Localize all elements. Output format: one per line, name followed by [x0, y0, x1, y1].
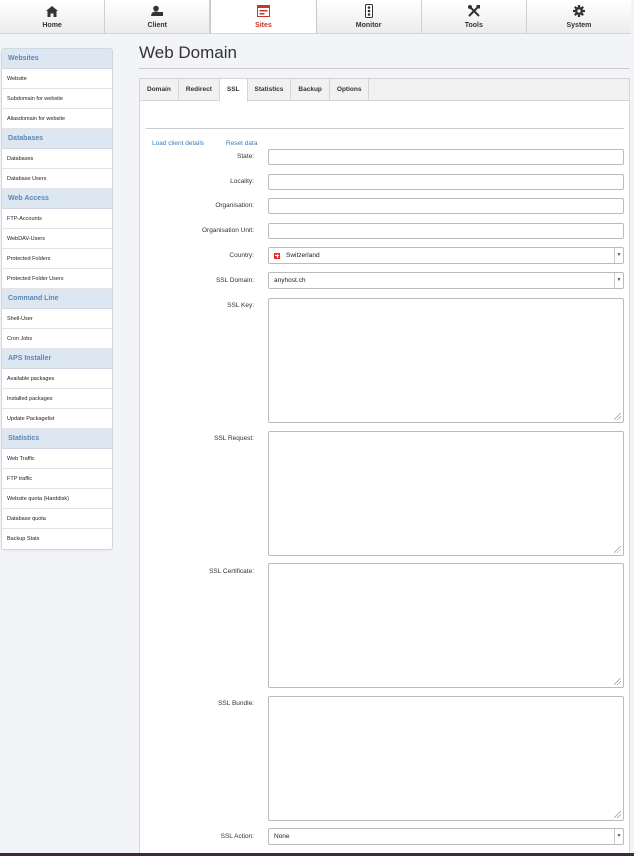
organisation-unit-input[interactable]	[268, 223, 624, 239]
sidebar-item-available-packages[interactable]: Available packages	[2, 369, 112, 389]
sidebar-item-protected-folder-users[interactable]: Protected Folder Users	[2, 269, 112, 289]
sidebar-item-protected-folders[interactable]: Protected Folders	[2, 249, 112, 269]
sidebar-heading-websites: Websites	[2, 49, 112, 69]
ssl-request-label: SSL Request:	[214, 435, 254, 442]
nav-system-label: System	[566, 22, 592, 29]
ssl-key-textarea[interactable]	[268, 298, 624, 423]
resize-grip-icon[interactable]	[614, 413, 621, 420]
sidebar-heading-databases: Databases	[2, 129, 112, 149]
sidebar-heading-web-access: Web Access	[2, 189, 112, 209]
home-icon	[45, 4, 59, 18]
reset-data-link[interactable]: Reset data	[226, 140, 257, 147]
ssl-certificate-textarea[interactable]	[268, 563, 624, 688]
sites-icon	[256, 4, 270, 18]
tab-domain[interactable]: Domain	[140, 79, 179, 101]
country-value: Switzerland	[286, 252, 320, 259]
sidebar-item-website[interactable]: Website	[2, 69, 112, 89]
sidebar-item-shell-user[interactable]: Shell-User	[2, 309, 112, 329]
state-input[interactable]	[268, 149, 624, 165]
sidebar-item-cron-jobs[interactable]: Cron Jobs	[2, 329, 112, 349]
nav-tools-label: Tools	[464, 22, 483, 29]
top-navigation: Home Client Sites Monitor Tools System	[0, 0, 632, 34]
ssl-key-label: SSL Key:	[227, 302, 254, 309]
monitor-icon	[362, 4, 376, 18]
ssl-action-label: SSL Action:	[220, 833, 254, 840]
sidebar-item-update-packagelist[interactable]: Update Packagelist	[2, 409, 112, 429]
nav-client-label: Client	[147, 22, 167, 29]
sidebar-item-subdomain[interactable]: Subdomain for website	[2, 89, 112, 109]
country-label: Country:	[229, 252, 254, 259]
sidebar-item-installed-packages[interactable]: Installed packages	[2, 389, 112, 409]
tab-options[interactable]: Options	[330, 79, 370, 101]
resize-grip-icon[interactable]	[614, 811, 621, 818]
tab-statistics[interactable]: Statistics	[248, 79, 292, 101]
ssl-domain-value: anyhost.ch	[274, 277, 306, 284]
tab-redirect[interactable]: Redirect	[179, 79, 220, 101]
sidebar: Websites Website Subdomain for website A…	[1, 48, 113, 550]
organisation-unit-label: Organisation Unit:	[201, 227, 254, 234]
sidebar-item-database-quota[interactable]: Database quota	[2, 509, 112, 529]
organisation-input[interactable]	[268, 198, 624, 214]
resize-grip-icon[interactable]	[614, 546, 621, 553]
ssl-domain-select[interactable]: anyhost.ch ▼	[268, 272, 624, 289]
chevron-down-icon: ▼	[614, 273, 623, 288]
sidebar-heading-aps-installer: APS Installer	[2, 349, 112, 369]
nav-sites[interactable]: Sites	[210, 0, 317, 33]
nav-sites-label: Sites	[255, 22, 272, 29]
country-select[interactable]: Switzerland ▼	[268, 247, 624, 264]
title-divider	[139, 68, 630, 69]
sidebar-item-database-users[interactable]: Database Users	[2, 169, 112, 189]
ssl-domain-label: SSL Domain:	[215, 277, 254, 284]
sidebar-item-databases[interactable]: Databases	[2, 149, 112, 169]
sidebar-item-ftp-accounts[interactable]: FTP-Accounts	[2, 209, 112, 229]
page-title: Web Domain	[139, 43, 237, 62]
tab-backup[interactable]: Backup	[291, 79, 330, 101]
tab-bar: Domain Redirect SSL Statistics Backup Op…	[140, 79, 629, 102]
sidebar-item-aliasdomain[interactable]: Aliasdomain for website	[2, 109, 112, 129]
ssl-action-value: None	[274, 833, 290, 840]
tab-ssl[interactable]: SSL	[219, 79, 248, 102]
sidebar-item-backup-stats[interactable]: Backup Stats	[2, 529, 112, 549]
locality-label: Locality:	[230, 178, 254, 185]
sidebar-heading-command-line: Command Line	[2, 289, 112, 309]
nav-client[interactable]: Client	[105, 0, 211, 33]
nav-monitor[interactable]: Monitor	[316, 0, 422, 33]
tools-icon	[467, 4, 481, 18]
web-domain-form-panel: Domain Redirect SSL Statistics Backup Op…	[139, 78, 630, 856]
sidebar-heading-statistics: Statistics	[2, 429, 112, 449]
nav-tools[interactable]: Tools	[421, 0, 527, 33]
nav-system[interactable]: System	[526, 0, 632, 33]
ssl-bundle-label: SSL Bundle:	[218, 700, 254, 707]
section-divider	[146, 128, 624, 129]
sidebar-item-web-traffic[interactable]: Web Traffic	[2, 449, 112, 469]
locality-input[interactable]	[268, 174, 624, 190]
state-label: State:	[237, 153, 254, 160]
nav-home[interactable]: Home	[0, 0, 106, 33]
ssl-request-textarea[interactable]	[268, 431, 624, 556]
organisation-label: Organisation:	[215, 202, 254, 209]
resize-grip-icon[interactable]	[614, 678, 621, 685]
ssl-bundle-textarea[interactable]	[268, 696, 624, 821]
chevron-down-icon: ▼	[614, 829, 623, 844]
ssl-action-select[interactable]: None ▼	[268, 828, 624, 845]
nav-home-label: Home	[42, 22, 62, 29]
sidebar-item-website-quota[interactable]: Website quota (Harddisk)	[2, 489, 112, 509]
sidebar-item-webdav-users[interactable]: WebDAV-Users	[2, 229, 112, 249]
client-icon	[150, 4, 164, 18]
load-client-details-link[interactable]: Load client details	[152, 140, 204, 147]
switzerland-flag-icon	[274, 252, 280, 259]
gear-icon	[572, 4, 586, 18]
ssl-certificate-label: SSL Certificate:	[209, 568, 254, 575]
nav-monitor-label: Monitor	[355, 22, 382, 29]
chevron-down-icon: ▼	[614, 248, 623, 263]
sidebar-item-ftp-traffic[interactable]: FTP traffic	[2, 469, 112, 489]
